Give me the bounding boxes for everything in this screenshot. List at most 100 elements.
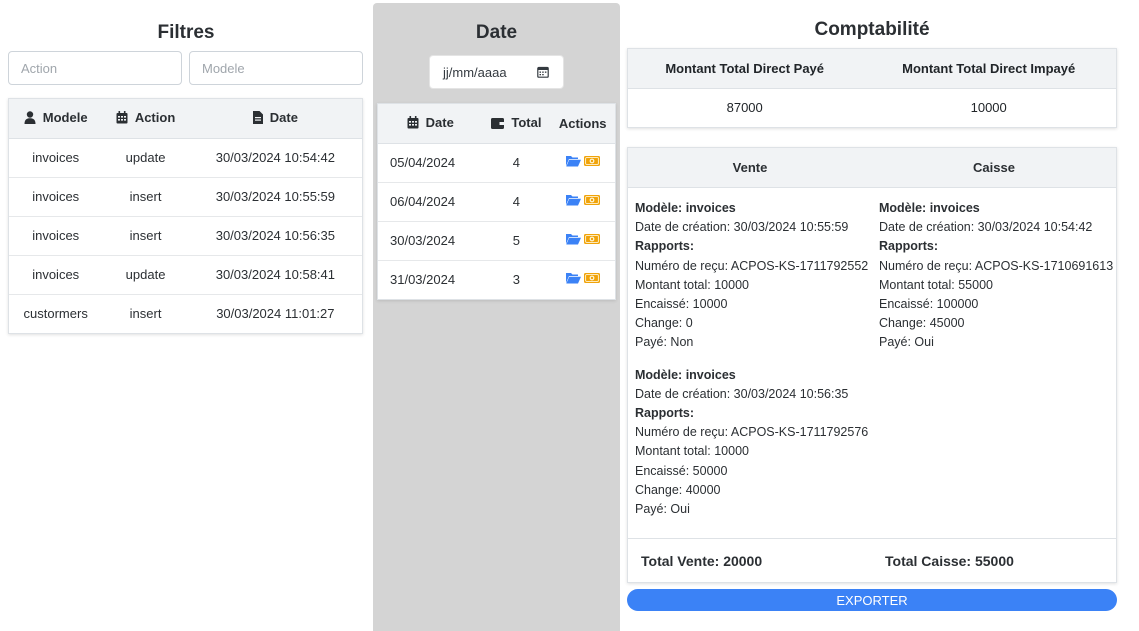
cell-action: insert: [102, 215, 189, 255]
date-summary-table: Date Total Actions 05/04/2024 4 06/04/2024…: [377, 103, 616, 300]
folder-open-icon[interactable]: [565, 272, 581, 287]
modele-filter-input[interactable]: [189, 51, 363, 85]
cell-actions: [550, 142, 615, 182]
table-header-row: Date Total Actions: [378, 104, 615, 144]
entry-recu: Numéro de reçu: ACPOS-KS-1711792576: [635, 425, 869, 440]
user-icon: [24, 111, 36, 127]
entry-encaisse: Encaissé: 50000: [635, 463, 728, 478]
cell-date: 30/03/2024 10:55:59: [188, 176, 362, 216]
date-picker-input[interactable]: jj/mm/aaaa: [429, 55, 564, 89]
cell-date: 30/03/2024 10:58:41: [188, 254, 362, 294]
column-label: Total: [511, 114, 542, 130]
cell-actions: [550, 181, 615, 221]
entry-date: Date de création: 30/03/2024 10:56:35: [635, 386, 849, 401]
calendar-icon: [407, 115, 419, 132]
cell-action: insert: [102, 176, 189, 216]
total-vente: Total Vente: 20000: [641, 552, 763, 569]
entry-montant: Montant total: 55000: [879, 277, 993, 292]
money-bill-icon[interactable]: [583, 272, 600, 287]
action-filter-input[interactable]: [8, 51, 182, 85]
vente-caisse-detail: Vente Caisse Modèle: invoices Date de cré…: [627, 147, 1117, 583]
column-header-date[interactable]: Date: [378, 104, 483, 144]
date-input-placeholder: jj/mm/aaaa: [443, 64, 507, 80]
table-row[interactable]: invoices update 30/03/2024 10:58:41: [9, 254, 362, 294]
cell-modele: invoices: [9, 215, 103, 255]
entry-rapports: Rapports:: [635, 239, 695, 254]
entry-paye: Payé: Oui: [879, 335, 934, 350]
entry-modele: Modèle: invoices: [879, 201, 980, 215]
money-bill-icon[interactable]: [583, 194, 600, 209]
report-entry: Modèle: invoices Date de création: 30/03/…: [879, 199, 1119, 353]
table-header-row: Montant Total Direct Payé Montant Total …: [628, 49, 1116, 89]
folder-open-icon[interactable]: [565, 155, 581, 170]
folder-open-icon[interactable]: [565, 194, 581, 209]
caisse-header: Caisse: [973, 160, 1015, 175]
entry-paye: Payé: Non: [635, 335, 694, 350]
detail-header: Vente Caisse: [628, 148, 1116, 188]
entry-paye: Payé: Oui: [635, 502, 690, 517]
cell-total: 3: [482, 259, 551, 299]
cell-total: 4: [482, 181, 551, 221]
entry-modele: Modèle: invoices: [635, 367, 736, 382]
cell-date: 30/03/2024: [378, 220, 483, 260]
cell-modele: invoices: [9, 176, 103, 216]
vente-header: Vente: [732, 160, 768, 175]
column-header-unpaid: Montant Total Direct Impayé: [861, 49, 1116, 89]
table-row[interactable]: custormers insert 30/03/2024 11:01:27: [9, 293, 362, 333]
entry-change: Change: 40000: [635, 482, 721, 497]
filters-panel: Filtres Modele Action: [0, 0, 372, 631]
entry-recu: Numéro de reçu: ACPOS-KS-1710691613: [879, 258, 1114, 273]
paid-total-value: 87000: [726, 100, 763, 116]
entry-change: Change: 0: [635, 316, 693, 331]
total-caisse: Total Caisse: 55000: [885, 552, 1014, 569]
comptabilite-title: Comptabilité: [814, 19, 930, 40]
activity-log-table: Modele Action Date invoices update 30/03…: [8, 98, 363, 334]
report-entry: Modèle: invoices Date de création: 30/03/…: [635, 199, 875, 353]
money-bill-icon[interactable]: [583, 233, 600, 248]
column-header-paid: Montant Total Direct Payé: [628, 49, 862, 89]
date-panel-title: Date: [475, 22, 518, 43]
cell-date: 06/04/2024: [378, 181, 483, 221]
folder-open-icon[interactable]: [565, 233, 581, 248]
filters-title: Filtres: [157, 22, 215, 43]
table-row[interactable]: invoices insert 30/03/2024 10:56:35: [9, 215, 362, 255]
cell-modele: custormers: [9, 293, 103, 333]
table-header-row: Modele Action Date: [9, 99, 362, 139]
caisse-entries: Modèle: invoices Date de création: 30/03/…: [879, 199, 1119, 366]
column-label: Actions: [558, 115, 607, 131]
table-row: 06/04/2024 4: [378, 181, 615, 221]
entry-montant: Montant total: 10000: [635, 277, 749, 292]
table-row: 87000 10000: [628, 88, 1116, 127]
column-header-date[interactable]: Date: [188, 99, 362, 139]
entry-montant: Montant total: 10000: [635, 444, 749, 459]
money-bill-icon[interactable]: [583, 155, 600, 170]
table-row[interactable]: invoices insert 30/03/2024 10:55:59: [9, 176, 362, 216]
detail-footer: Total Vente: 20000 Total Caisse: 55000: [628, 538, 1116, 582]
vente-entries: Modèle: invoices Date de création: 30/03/…: [635, 199, 875, 532]
entry-change: Change: 45000: [879, 316, 965, 331]
date-panel: Date jj/mm/aaaa Date Total Actions 05/04…: [373, 3, 620, 631]
column-header-action[interactable]: Action: [102, 99, 189, 139]
calendar-icon[interactable]: [537, 66, 549, 81]
cell-action: update: [102, 137, 189, 177]
cell-modele: invoices: [9, 137, 103, 177]
wallet-icon: [491, 117, 505, 132]
column-header-actions: Actions: [550, 104, 615, 144]
calendar-icon: [116, 110, 128, 127]
cell-actions: [550, 259, 615, 299]
cell-total: 4: [482, 142, 551, 182]
column-label: Modele: [42, 109, 88, 125]
table-row: 31/03/2024 3: [378, 259, 615, 299]
column-header-total[interactable]: Total: [482, 104, 551, 144]
report-entry: Modèle: invoices Date de création: 30/03/…: [635, 366, 875, 520]
comptabilite-panel: Comptabilité Montant Total Direct Payé M…: [627, 0, 1117, 631]
cell-total: 5: [482, 220, 551, 260]
cell-action: insert: [102, 293, 189, 333]
entry-recu: Numéro de reçu: ACPOS-KS-1711792552: [635, 258, 869, 273]
table-row[interactable]: invoices update 30/03/2024 10:54:42: [9, 137, 362, 177]
column-header-modele[interactable]: Modele: [9, 99, 103, 139]
file-icon: [252, 110, 263, 127]
cell-date: 30/03/2024 10:54:42: [188, 137, 362, 177]
cell-actions: [550, 220, 615, 260]
export-button[interactable]: EXPORTER: [627, 589, 1117, 611]
